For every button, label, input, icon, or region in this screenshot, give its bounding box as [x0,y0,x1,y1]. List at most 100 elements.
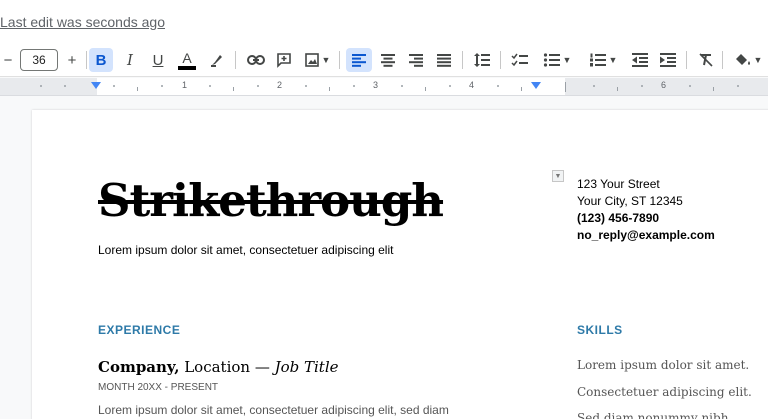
underline-button[interactable]: U [146,48,170,72]
decrease-font-size-button[interactable]: − [0,48,16,72]
ruler-number: 4 [469,80,475,90]
job-title: Job Title [274,358,339,376]
outdent-icon [632,53,648,67]
ruler-tick [713,87,714,91]
line-spacing-button[interactable] [470,48,494,72]
text-color-swatch [178,65,196,70]
ruler-tick [329,87,330,91]
ruler-dot [40,85,42,87]
increase-font-size-button[interactable]: + [62,48,82,72]
right-indent-marker[interactable] [531,82,541,89]
ruler-number: 1 [182,80,188,90]
clear-formatting-icon [699,53,713,67]
skill-item[interactable]: Sed diam nonummy nibh [577,411,728,419]
ruler-tick [137,87,138,91]
bold-button[interactable]: B [89,48,113,72]
ruler-dot [353,85,355,87]
ruler-dot [641,85,643,87]
ruler-dot [161,85,163,87]
image-icon [304,53,319,67]
toolbar-divider [86,51,87,69]
document-title[interactable]: Strikethrough [98,174,444,227]
company-name: Company, [98,358,180,376]
skill-item[interactable]: Consectetuer adipiscing elit. [577,385,752,399]
skill-item[interactable]: Lorem ipsum dolor sit amet. [577,358,749,372]
contact-phone[interactable]: (123) 456-7890 [577,211,659,225]
ruler-number: 2 [277,80,283,90]
document-subtitle[interactable]: Lorem ipsum dolor sit amet, consectetuer… [98,243,393,257]
align-left-button[interactable] [346,48,372,72]
chevron-down-icon[interactable]: ▼ [552,170,564,182]
contact-email[interactable]: no_reply@example.com [577,228,715,242]
job-location: Location — [179,358,275,376]
horizontal-ruler[interactable]: 1 2 3 4 6 [0,78,768,96]
align-right-button[interactable] [404,48,428,72]
decrease-indent-button[interactable] [628,48,652,72]
paint-bucket-icon [735,54,750,65]
ruler-dot [257,85,259,87]
toolbar-divider [235,51,236,69]
ruler-tick [617,87,618,91]
top-bar: Last edit was seconds ago [0,0,768,43]
fill-color-button[interactable]: ▼ [730,48,766,72]
ruler-margin-handle[interactable] [565,82,566,92]
experience-heading[interactable]: EXPERIENCE [98,323,180,337]
left-indent-marker[interactable] [91,82,101,89]
chevron-down-icon: ▼ [562,55,572,65]
clear-formatting-button[interactable] [694,48,718,72]
ruler-dot [401,85,403,87]
add-comment-icon [277,53,291,68]
numbered-list-icon [589,53,606,67]
ruler-dot [689,85,691,87]
insert-image-button[interactable]: ▼ [300,48,334,72]
ruler-dot [64,85,66,87]
ruler-dot [737,85,739,87]
bulleted-list-button[interactable]: ▼ [538,48,576,72]
ruler-number: 6 [661,80,667,90]
justify-icon [437,54,451,67]
ruler-dot [497,85,499,87]
toolbar-divider [722,51,723,69]
italic-button[interactable]: I [118,48,142,72]
ruler-left-margin [0,78,97,95]
text-color-button[interactable]: A [174,48,200,72]
contact-city[interactable]: Your City, ST 12345 [577,194,683,208]
align-center-icon [381,54,395,67]
numbered-list-button[interactable]: ▼ [584,48,622,72]
chevron-down-icon: ▼ [321,55,331,65]
chevron-down-icon: ▼ [753,55,763,65]
ruler-tick [425,87,426,91]
font-size-input[interactable]: 36 [20,49,58,71]
chevron-down-icon: ▼ [608,55,618,65]
ruler-dot [113,85,115,87]
ruler-dot [305,85,307,87]
ruler-number: 3 [373,80,379,90]
job-description[interactable]: Lorem ipsum dolor sit amet, consectetuer… [98,403,449,417]
last-edit-link[interactable]: Last edit was seconds ago [0,14,165,30]
text-color-glyph: A [182,49,192,66]
formatting-toolbar: − 36 + B I U A ▼ ▼ ▼ ▼ [0,43,768,77]
checklist-icon [511,53,528,67]
toolbar-divider [500,51,501,69]
line-spacing-icon [474,53,490,67]
align-right-icon [409,54,423,67]
contact-street[interactable]: 123 Your Street [577,177,660,191]
job-dates[interactable]: MONTH 20XX - PRESENT [98,382,218,393]
toolbar-divider [686,51,687,69]
highlight-color-button[interactable] [205,48,229,72]
job-entry-line[interactable]: Company, Location — Job Title [98,358,339,376]
skills-heading[interactable]: SKILLS [577,323,623,337]
insert-comment-button[interactable] [272,48,296,72]
toolbar-divider [339,51,340,69]
checklist-button[interactable] [508,48,532,72]
ruler-dot [209,85,211,87]
align-center-button[interactable] [376,48,400,72]
insert-link-button[interactable] [244,48,268,72]
increase-indent-button[interactable] [656,48,680,72]
toolbar-divider [462,51,463,69]
highlighter-icon [211,55,222,67]
ruler-dot [449,85,451,87]
link-icon [247,55,265,65]
justify-button[interactable] [432,48,456,72]
bullet-list-icon [543,53,560,67]
